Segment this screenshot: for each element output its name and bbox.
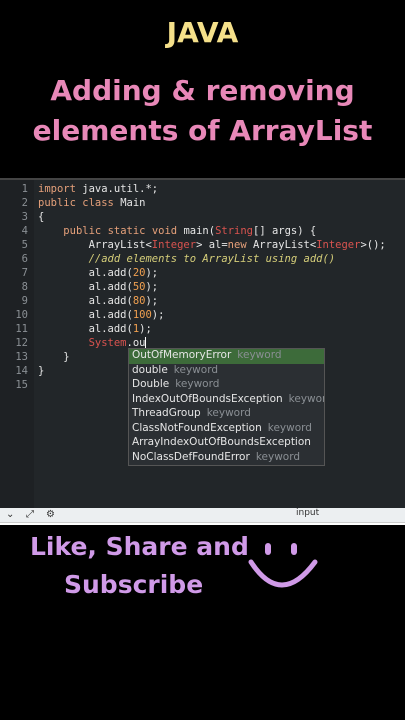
autocomplete-item-kind: keyword — [173, 363, 218, 376]
autocomplete-item-kind: keyword — [175, 378, 220, 390]
autocomplete-item-name: ArrayIndexOutOfBoundsException — [132, 436, 311, 448]
cta-line-1: Like, Share and — [30, 532, 249, 561]
code-line: { — [38, 211, 45, 223]
line-number: 1 — [21, 183, 28, 195]
autocomplete-item-kind: keyword — [288, 392, 324, 405]
heading-line-1: Adding & removing — [50, 74, 355, 107]
line-number: 3 — [21, 211, 28, 223]
code-line: al.add(1); — [38, 323, 152, 335]
autocomplete-item-kind: keyword — [255, 450, 301, 463]
autocomplete-item[interactable]: ThreadGroup keyword — [129, 407, 324, 422]
autocomplete-item-kind: keyword — [206, 407, 251, 419]
line-number: 2 — [21, 197, 28, 209]
autocomplete-popup[interactable]: OutOfMemoryError keyword double keyword Do… — [128, 348, 325, 466]
code-line: } — [38, 365, 45, 377]
code-line: //add elements to ArrayList using add() — [88, 253, 336, 265]
code-line: public static void main(String[] args) { — [63, 225, 317, 237]
autocomplete-item-name: ClassNotFoundException — [132, 421, 262, 434]
autocomplete-item-name: double — [132, 363, 168, 376]
line-number: 4 — [21, 225, 28, 237]
code-line: al.add(80); — [38, 295, 159, 307]
autocomplete-item[interactable]: IndexOutOfBoundsException keyword — [129, 393, 324, 408]
line-number: 8 — [21, 281, 28, 293]
autocomplete-item-kind: keyword — [267, 421, 312, 434]
code-line: import java.util.*; — [38, 183, 159, 195]
expand-icon[interactable]: ⤢ — [26, 509, 34, 520]
chevron-down-icon[interactable]: ⌄ — [6, 509, 14, 520]
smiley-icon — [248, 543, 318, 588]
autocomplete-item[interactable]: OutOfMemoryError keyword — [129, 349, 324, 364]
code-line: al.add(100); — [38, 309, 165, 321]
video-title: JAVA — [166, 16, 239, 49]
line-number: 11 — [15, 323, 28, 335]
autocomplete-item-name: OutOfMemoryError — [132, 349, 232, 361]
line-number: 13 — [15, 351, 28, 363]
code-line: public class Main — [38, 197, 146, 209]
autocomplete-item-name: ThreadGroup — [132, 407, 201, 419]
autocomplete-item-name: Double — [132, 378, 170, 390]
autocomplete-item[interactable]: Double keyword — [129, 378, 324, 393]
code-line: al.add(50); — [38, 281, 159, 293]
autocomplete-item[interactable]: NoClassDefFoundError keyword — [129, 451, 324, 466]
line-number: 14 — [15, 365, 28, 377]
autocomplete-item[interactable]: double keyword — [129, 364, 324, 379]
line-number: 12 — [15, 337, 28, 349]
input-label: input — [296, 508, 320, 518]
code-line: } — [38, 351, 70, 363]
code-editor[interactable]: 1 2 3 4 5 6 7 8 9 10 11 12 13 14 15 impo… — [0, 178, 405, 510]
autocomplete-item-kind: keyword — [237, 349, 282, 361]
console-input[interactable] — [0, 523, 405, 525]
autocomplete-item[interactable]: ArrayIndexOutOfBoundsException — [129, 436, 324, 451]
line-gutter: 1 2 3 4 5 6 7 8 9 10 11 12 13 14 15 — [0, 180, 34, 510]
line-number: 10 — [15, 309, 28, 321]
code-line: al.add(20); — [38, 267, 159, 279]
console-toolbar: ⌄ ⤢ ⚙ input — [0, 508, 405, 523]
settings-icon[interactable]: ⚙ — [46, 509, 55, 520]
line-number: 5 — [21, 239, 28, 251]
autocomplete-item-name: IndexOutOfBoundsException — [132, 392, 283, 405]
line-number: 9 — [21, 295, 28, 307]
autocomplete-item[interactable]: ClassNotFoundException keyword — [129, 422, 324, 437]
heading-line-2: elements of ArrayList — [32, 114, 373, 147]
autocomplete-item-name: NoClassDefFoundError — [132, 450, 250, 463]
code-line: ArrayList<Integer> al=new ArrayList<Inte… — [38, 239, 386, 251]
line-number: 6 — [21, 253, 28, 265]
line-number: 15 — [15, 379, 28, 391]
line-number: 7 — [21, 267, 28, 279]
cta-line-2: Subscribe — [64, 570, 204, 599]
